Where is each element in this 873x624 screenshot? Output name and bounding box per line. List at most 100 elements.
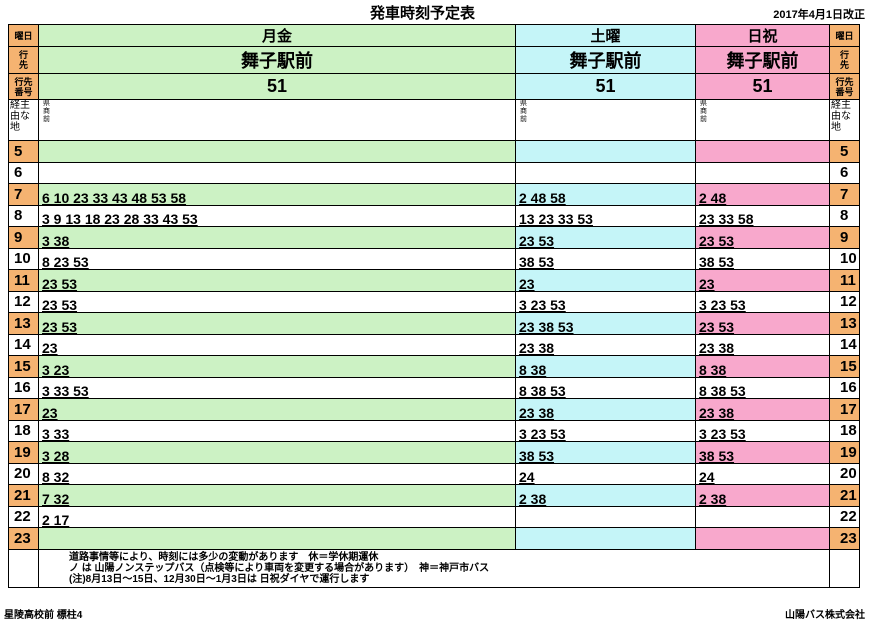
hour-label-right: 13 [829, 312, 860, 335]
hour-row: 93 38 23 53 23 53 9 [8, 226, 860, 249]
weekday-minutes: 23 53 [38, 290, 516, 313]
note-line: (注)8月13日～15日、12月30日～1月3日は 日祝ダイヤで運行します [69, 573, 370, 585]
hour-row: 20 8 32 24 24 20 [8, 462, 860, 485]
weekday-minutes: 8 23 53 [38, 247, 516, 270]
hour-label-left: 21 [8, 484, 39, 507]
weekday-minutes: 23 [38, 398, 516, 421]
hour-label-right: 12 [829, 290, 860, 313]
weekday-minutes: 23 [38, 333, 516, 356]
hour-label-left: 10 [8, 247, 39, 270]
saturday-header: 土曜 [515, 24, 696, 47]
saturday-minutes [515, 527, 696, 550]
holiday-destination: 舞子駅前 [695, 46, 830, 74]
holiday-minutes: 38 53 [695, 441, 830, 464]
hour-row: 66 [8, 161, 860, 184]
hour-label-left: 18 [8, 419, 39, 442]
weekday-minutes: 3 23 [38, 355, 516, 378]
weekday-minutes [38, 527, 516, 550]
weekday-minutes: 2 17 [38, 505, 516, 528]
route-label-left: 行先 番号 [8, 73, 39, 100]
saturday-route-number: 51 [515, 73, 696, 100]
hour-row: 17 23 23 38 23 38 17 [8, 398, 860, 421]
weekday-header: 月金 [38, 24, 516, 47]
hour-label-right: 16 [829, 376, 860, 399]
saturday-minutes: 38 53 [515, 247, 696, 270]
holiday-minutes [695, 505, 830, 528]
hour-label-left: 13 [8, 312, 39, 335]
hour-label-left: 22 [8, 505, 39, 528]
hour-row: 22 2 17 22 [8, 505, 860, 528]
holiday-minutes: 38 53 [695, 247, 830, 270]
route-label-right: 行先 番号 [829, 73, 860, 100]
weekday-destination: 舞子駅前 [38, 46, 516, 74]
holiday-minutes: 23 53 [695, 312, 830, 335]
hour-label-right: 19 [829, 441, 860, 464]
holiday-minutes [695, 161, 830, 184]
saturday-minutes: 23 53 [515, 226, 696, 249]
weekday-minutes: 3 38 [38, 226, 516, 249]
stop-name: 星陵高校前 標柱4 [4, 610, 83, 621]
weekday-minutes: 3 9 13 18 23 28 33 43 53 [38, 204, 516, 227]
via-label-left: 経主 由な 地 [8, 99, 39, 141]
holiday-via: 県 商 前 [695, 99, 830, 141]
note-line: ノ は 山陽ノンステップバス（点検等により車両を変更する場合があります） 神＝神… [69, 562, 490, 574]
weekday-via: 県 商 前 [38, 99, 516, 141]
via-label-right: 経主 由な 地 [829, 99, 860, 141]
saturday-minutes: 3 23 53 [515, 290, 696, 313]
weekday-minutes: 23 53 [38, 269, 516, 292]
holiday-minutes: 3 23 53 [695, 419, 830, 442]
holiday-header: 日祝 [695, 24, 830, 47]
weekday-minutes: 23 53 [38, 312, 516, 335]
holiday-minutes: 2 38 [695, 484, 830, 507]
saturday-minutes: 13 23 33 53 [515, 204, 696, 227]
holiday-route-number: 51 [695, 73, 830, 100]
hour-row: 14 23 23 38 23 38 14 [8, 333, 860, 356]
holiday-minutes: 24 [695, 462, 830, 485]
hour-row: 83 9 13 18 23 28 33 43 53 13 23 33 53 23 3… [8, 204, 860, 227]
hour-label-left: 20 [8, 462, 39, 485]
saturday-minutes: 8 38 53 [515, 376, 696, 399]
hour-row: 18 3 33 3 23 53 3 23 53 18 [8, 419, 860, 442]
saturday-minutes: 23 38 [515, 333, 696, 356]
hour-label-left: 17 [8, 398, 39, 421]
holiday-minutes: 23 [695, 269, 830, 292]
dest-label-left: 行 先 [8, 46, 39, 74]
saturday-minutes: 23 [515, 269, 696, 292]
dest-label-right: 行 先 [829, 46, 860, 74]
hour-label-left: 23 [8, 527, 39, 550]
notes: 道路事情等により、時刻には多少の変動があります 休＝学休期運休ノ は 山陽ノンス… [38, 548, 830, 588]
holiday-minutes: 2 48 [695, 183, 830, 206]
timetable-title: 発車時刻予定表 [370, 5, 476, 22]
hour-row: 11 23 53 23 23 11 [8, 269, 860, 292]
note-line: 道路事情等により、時刻には多少の変動があります 休＝学休期運休 [69, 551, 379, 563]
day-label-right: 曜日 [829, 24, 860, 47]
weekday-minutes [38, 161, 516, 184]
hour-label-right: 17 [829, 398, 860, 421]
saturday-minutes: 2 48 58 [515, 183, 696, 206]
hour-label-right: 21 [829, 484, 860, 507]
hour-row: 19 3 28 38 53 38 53 19 [8, 441, 860, 464]
saturday-minutes [515, 140, 696, 163]
hour-label-right: 20 [829, 462, 860, 485]
hour-row: 55 [8, 140, 860, 163]
holiday-minutes: 23 38 [695, 333, 830, 356]
company-name: 山陽バス株式会社 [785, 610, 865, 621]
saturday-minutes: 8 38 [515, 355, 696, 378]
saturday-via: 県 商 前 [515, 99, 696, 141]
hour-label-left: 6 [8, 161, 39, 184]
hour-row: 15 3 23 8 38 8 38 15 [8, 355, 860, 378]
hour-label-left: 16 [8, 376, 39, 399]
saturday-minutes: 2 38 [515, 484, 696, 507]
hour-label-right: 9 [829, 226, 860, 249]
hour-label-right: 22 [829, 505, 860, 528]
hour-label-right: 5 [829, 140, 860, 163]
holiday-minutes: 23 38 [695, 398, 830, 421]
notes-spacer-right [829, 548, 860, 588]
holiday-minutes: 3 23 53 [695, 290, 830, 313]
weekday-minutes: 8 32 [38, 462, 516, 485]
saturday-minutes: 23 38 53 [515, 312, 696, 335]
hour-label-right: 11 [829, 269, 860, 292]
hour-label-right: 7 [829, 183, 860, 206]
hour-label-right: 18 [829, 419, 860, 442]
saturday-minutes: 3 23 53 [515, 419, 696, 442]
